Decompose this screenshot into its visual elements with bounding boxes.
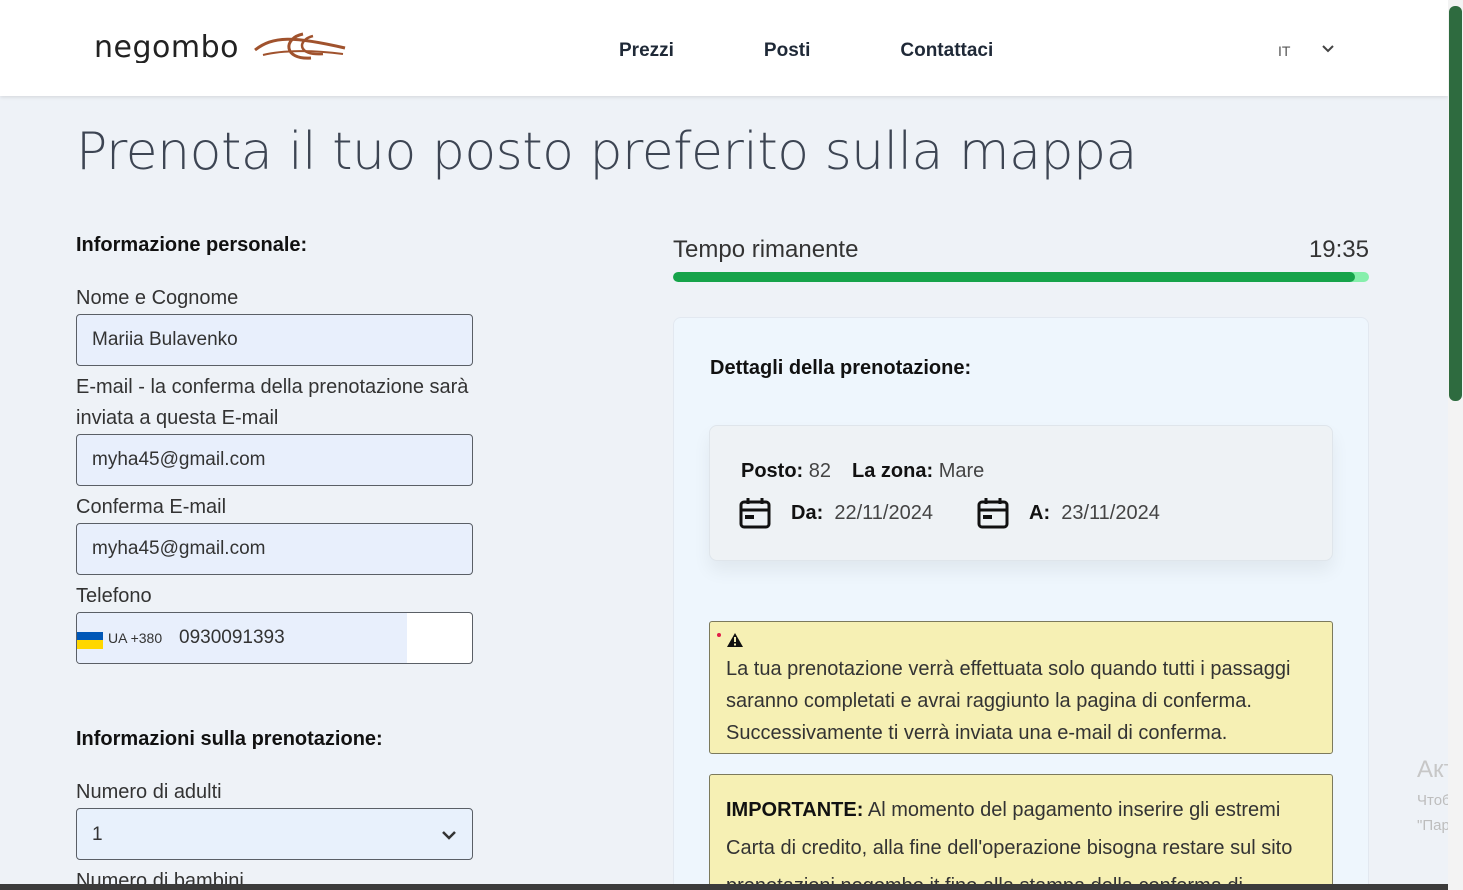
important-label: IMPORTANTE: [726, 799, 864, 821]
booking-summary-box [709, 425, 1333, 561]
ukraine-flag-icon[interactable] [77, 632, 103, 649]
required-dot [717, 633, 721, 637]
phone-input[interactable]: 0930091393 [179, 627, 285, 649]
logo[interactable]: negombo [94, 28, 347, 64]
date-to-label: A: [1029, 502, 1051, 524]
warning-icon [727, 633, 743, 647]
booking-details-title: Dettagli della prenotazione: [710, 357, 972, 379]
phone-country-code[interactable]: UA +380 [108, 630, 162, 646]
adults-select-value: 1 [92, 824, 103, 845]
date-to-value: 23/11/2024 [1061, 502, 1160, 524]
adults-select[interactable]: 1 [76, 808, 473, 860]
logo-text: negombo [94, 30, 239, 63]
posto-label: Posto: [741, 460, 804, 482]
email-input[interactable] [76, 434, 473, 486]
date-from-value: 22/11/2024 [834, 502, 933, 524]
nav-contattaci[interactable]: Contattaci [900, 40, 993, 62]
confirm-email-input[interactable] [76, 523, 473, 575]
language-selector[interactable]: IT [1278, 43, 1290, 59]
date-from-label: Da: [791, 502, 824, 524]
confirm-email-label: Conferma E-mail [76, 496, 227, 518]
nav-prezzi[interactable]: Prezzi [619, 40, 674, 62]
nav-posti[interactable]: Posti [764, 40, 810, 62]
date-from-row: Da: 22/11/2024 [791, 502, 933, 525]
timer-progress-bar [673, 272, 1369, 282]
calendar-icon [977, 498, 1009, 529]
zona-label: La zona: [852, 460, 934, 482]
important-alert: IMPORTANTE: Al momento del pagamento ins… [709, 774, 1333, 890]
timer-progress-fill [673, 272, 1356, 282]
name-input[interactable] [76, 314, 473, 366]
logo-wave-icon [254, 32, 346, 60]
date-to-row: A: 23/11/2024 [1029, 502, 1160, 525]
main-nav: Prezzi Posti Contattaci [619, 40, 993, 62]
horizontal-scrollbar[interactable] [0, 884, 1448, 890]
personal-info-heading: Informazione personale: [76, 234, 308, 256]
calendar-icon [739, 498, 771, 529]
phone-field[interactable]: UA +380 0930091393 [76, 612, 473, 664]
chevron-down-icon [442, 831, 456, 840]
email-label: E-mail - la conferma della prenotazione … [76, 376, 469, 429]
zona-row: La zona: Mare [852, 460, 984, 483]
warning-text: La tua prenotazione verrà effettuata sol… [726, 658, 1291, 744]
name-label: Nome e Cognome [76, 287, 239, 309]
timer-label: Tempo rimanente [673, 236, 859, 263]
adults-label: Numero di adulti [76, 781, 222, 803]
scrollbar-thumb[interactable] [1449, 6, 1462, 401]
timer-value: 19:35 [1308, 236, 1369, 263]
zona-value: Mare [938, 460, 985, 482]
site-header: negombo Prezzi Posti Contattaci IT [0, 0, 1448, 96]
posto-value: 82 [808, 460, 832, 482]
booking-info-heading: Informazioni sulla prenotazione: [76, 728, 383, 750]
page-title: Prenota il tuo posto preferito sulla map… [76, 122, 1137, 182]
chevron-down-icon[interactable] [1321, 42, 1335, 56]
posto-row: Posto: 82 [741, 460, 831, 483]
important-text-block: IMPORTANTE: Al momento del pagamento ins… [726, 791, 1326, 890]
phone-label: Telefono [76, 585, 152, 607]
